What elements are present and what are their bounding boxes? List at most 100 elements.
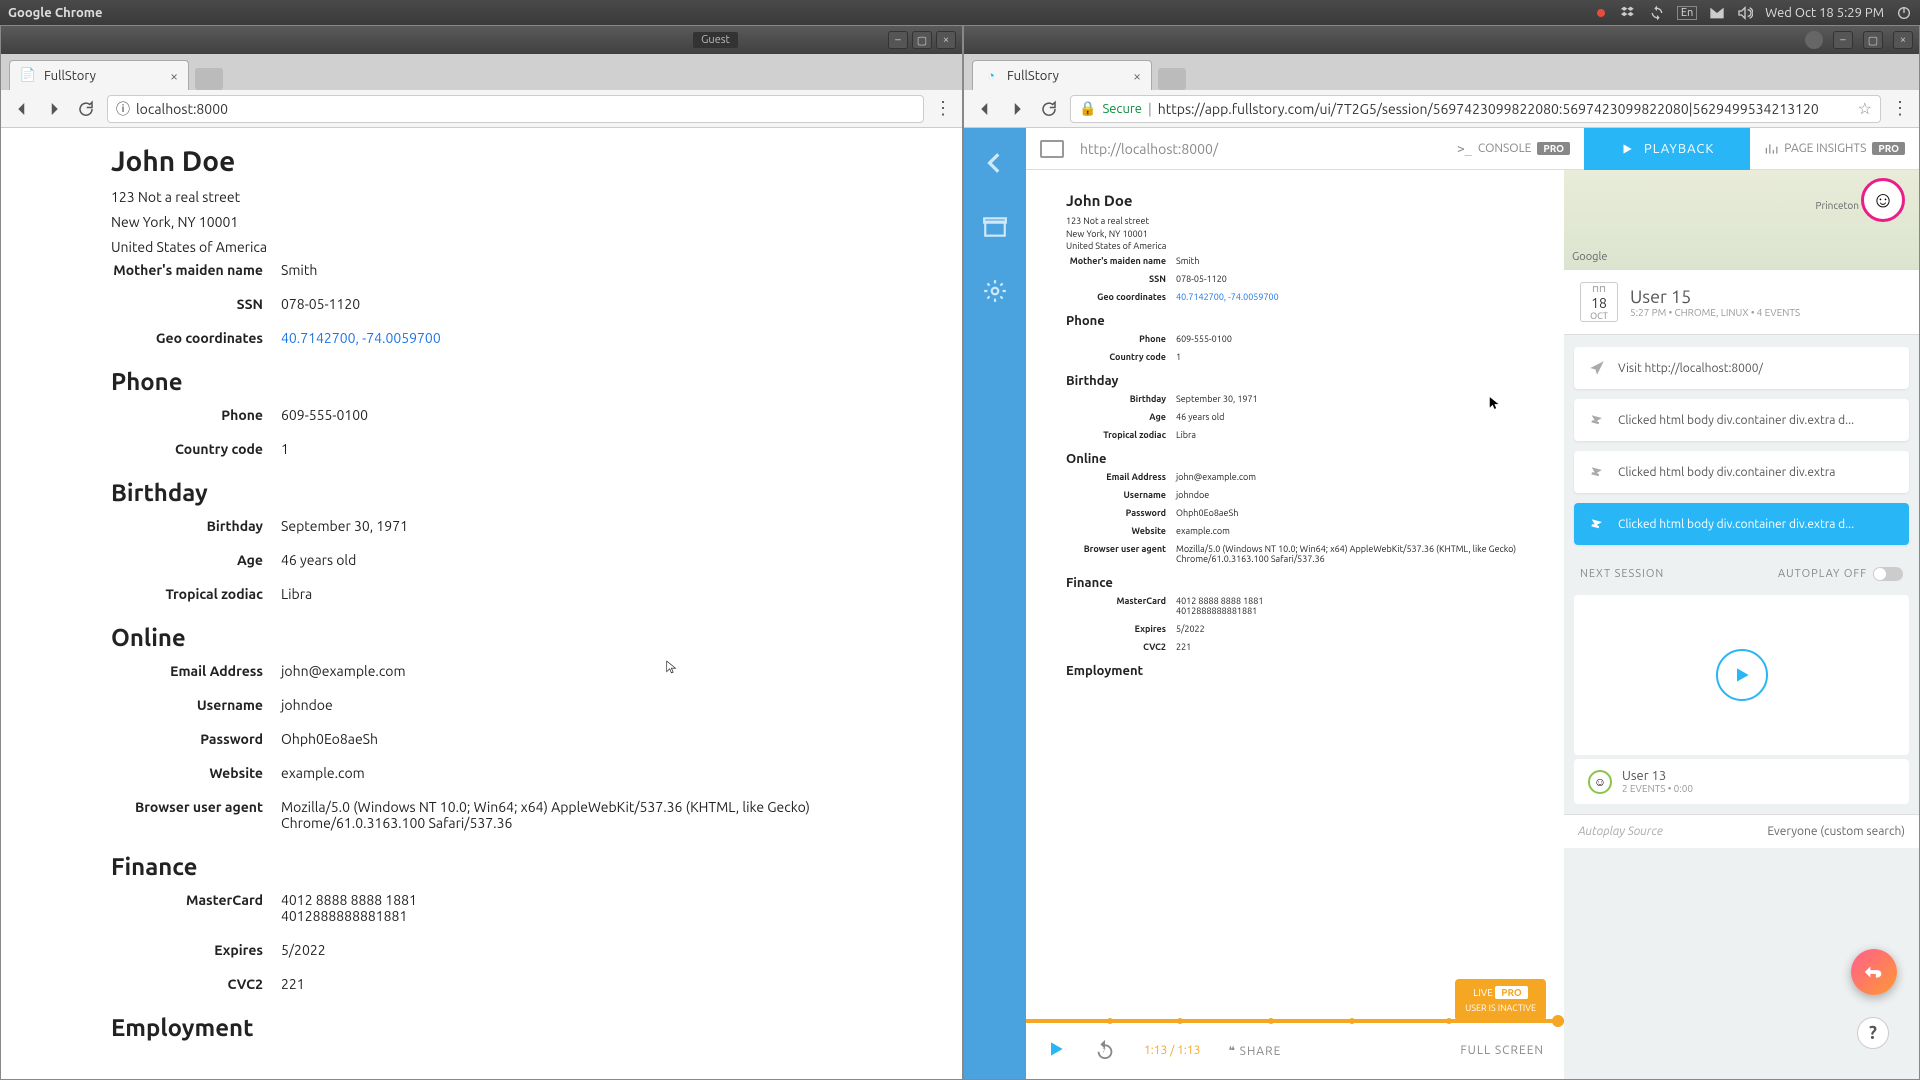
address-line: United States of America	[111, 237, 962, 258]
event-item[interactable]: Clicked html body div.container div.extr…	[1574, 399, 1909, 441]
playback-timeline[interactable]	[1026, 1019, 1564, 1023]
dropbox-icon[interactable]	[1621, 5, 1637, 21]
event-text: Clicked html body div.container div.extr…	[1618, 518, 1854, 531]
feedback-fab[interactable]	[1851, 949, 1897, 995]
autoplay-toggle[interactable]	[1873, 567, 1903, 581]
field-value: Libra	[281, 586, 962, 602]
replay-page-content: John Doe 123 Not a real street New York,…	[1026, 170, 1564, 1021]
guest-badge[interactable]: Guest	[693, 32, 738, 48]
field-value: Ohph0Eo8aeSh	[281, 731, 962, 747]
browser-tab[interactable]: 📄 FullStory ×	[9, 60, 189, 90]
chrome-menu-button[interactable]: ⋮	[934, 98, 952, 119]
tab-close-icon[interactable]: ×	[170, 68, 178, 84]
secure-label: Secure	[1102, 102, 1142, 116]
url-text: https://app.fullstory.com/ui/7T2G5/sessi…	[1158, 101, 1819, 117]
rewind-button[interactable]: 7	[1094, 1038, 1116, 1064]
field-label: SSN	[111, 296, 281, 312]
playback-controls: 7 1:13 / 1:13 ❝ SHARE FULL SCREEN	[1026, 1021, 1564, 1079]
back-arrow-icon[interactable]	[982, 150, 1008, 176]
section-heading: Finance	[111, 853, 962, 880]
next-session-user[interactable]: ☺ User 13 2 EVENTS • 0:00	[1574, 759, 1909, 804]
event-item[interactable]: Visit http://localhost:8000/	[1574, 347, 1909, 389]
session-replay-viewport: John Doe 123 Not a real street New York,…	[1026, 170, 1564, 1079]
field-label: Browser user agent	[111, 799, 281, 831]
reload-button[interactable]	[1038, 98, 1060, 120]
field-label: Mother's maiden name	[111, 262, 281, 278]
tab-close-icon[interactable]: ×	[1133, 68, 1141, 84]
event-item[interactable]: Clicked html body div.container div.extr…	[1574, 451, 1909, 493]
app-sidebar	[964, 128, 1026, 1079]
field-value: 5/2022	[281, 942, 962, 958]
section-heading: Online	[111, 624, 962, 651]
active-app-title: Google Chrome	[8, 6, 103, 20]
section-heading: Phone	[111, 368, 962, 395]
power-icon[interactable]	[1896, 5, 1912, 21]
field-label: Expires	[111, 942, 281, 958]
share-button[interactable]: ❝ SHARE	[1228, 1044, 1281, 1058]
minimize-button[interactable]: –	[888, 31, 908, 49]
fullscreen-button[interactable]: FULL SCREEN	[1460, 1044, 1544, 1057]
minimize-button[interactable]: –	[1833, 31, 1853, 49]
gear-icon[interactable]	[982, 278, 1008, 304]
user-summary-card[interactable]: ⊓⊓ 18 OCT User 15 5:27 PM • CHROME, LINU…	[1564, 270, 1919, 335]
close-button[interactable]: ×	[936, 31, 956, 49]
forward-button[interactable]	[1006, 98, 1028, 120]
sync-icon[interactable]	[1649, 5, 1665, 21]
field-value: Mozilla/5.0 (Windows NT 10.0; Win64; x64…	[281, 799, 821, 831]
geo-link[interactable]: 40.7142700, -74.0059700	[281, 330, 962, 346]
reload-button[interactable]	[75, 98, 97, 120]
field-value: Smith	[281, 262, 962, 278]
chrome-menu-button[interactable]: ⋮	[1891, 98, 1909, 119]
address-bar[interactable]: ⓘ localhost:8000	[107, 95, 924, 123]
autoplay-source-footer[interactable]: Autoplay Source Everyone (custom search)	[1564, 814, 1919, 848]
maximize-button[interactable]: ▢	[912, 31, 932, 49]
help-button[interactable]: ?	[1857, 1017, 1889, 1049]
field-label: MasterCard	[111, 892, 281, 924]
playhead[interactable]	[1552, 1015, 1564, 1027]
field-label: Username	[111, 697, 281, 713]
playback-tab[interactable]: PLAYBACK	[1584, 128, 1750, 170]
field-value: john@example.com	[281, 663, 962, 679]
back-button[interactable]	[974, 98, 996, 120]
field-label: Birthday	[111, 518, 281, 534]
mail-icon[interactable]	[1709, 5, 1725, 21]
profile-icon[interactable]	[1805, 31, 1823, 49]
event-text: Clicked html body div.container div.extr…	[1618, 414, 1854, 427]
address-bar[interactable]: 🔒 Secure | https://app.fullstory.com/ui/…	[1070, 95, 1881, 123]
forward-button[interactable]	[43, 98, 65, 120]
user-avatar: ☺	[1588, 770, 1612, 794]
window-titlebar: Guest – ▢ ×	[1, 26, 962, 54]
field-value: 078-05-1120	[281, 296, 962, 312]
keyboard-lang[interactable]: En	[1677, 6, 1697, 20]
url-text: localhost:8000	[136, 101, 228, 117]
new-tab-button[interactable]	[1158, 68, 1186, 90]
play-next-button[interactable]	[1716, 649, 1768, 701]
next-session-preview[interactable]	[1574, 595, 1909, 755]
lock-icon: 🔒	[1079, 100, 1096, 117]
back-button[interactable]	[11, 98, 33, 120]
record-icon[interactable]	[1593, 5, 1609, 21]
browser-tab[interactable]: ◔ FullStory ×	[972, 60, 1152, 90]
new-tab-button[interactable]	[195, 68, 223, 90]
field-label: CVC2	[111, 976, 281, 992]
tab-strip: 📄 FullStory ×	[1, 54, 962, 90]
event-list: Visit http://localhost:8000/Clicked html…	[1564, 335, 1919, 557]
replay-url: http://localhost:8000/	[1080, 141, 1218, 157]
close-button[interactable]: ×	[1893, 31, 1913, 49]
section-heading: Employment	[111, 1014, 962, 1041]
window-titlebar: – ▢ ×	[964, 26, 1919, 54]
time-display: 1:13 / 1:13	[1144, 1044, 1200, 1057]
console-button[interactable]: >_ CONSOLE PRO	[1443, 142, 1584, 156]
field-label: Geo coordinates	[111, 330, 281, 346]
maximize-button[interactable]: ▢	[1863, 31, 1883, 49]
bookmark-star-icon[interactable]: ☆	[1858, 99, 1872, 118]
page-insights-button[interactable]: PAGE INSIGHTS PRO	[1750, 142, 1919, 156]
volume-icon[interactable]	[1737, 5, 1753, 21]
event-item[interactable]: Clicked html body div.container div.extr…	[1574, 503, 1909, 545]
play-button[interactable]	[1046, 1039, 1066, 1063]
click-icon	[1588, 411, 1606, 429]
field-label: Age	[111, 552, 281, 568]
archive-icon[interactable]	[982, 214, 1008, 240]
clock[interactable]: Wed Oct 18 5:29 PM	[1765, 6, 1884, 20]
chart-icon	[1764, 142, 1778, 156]
